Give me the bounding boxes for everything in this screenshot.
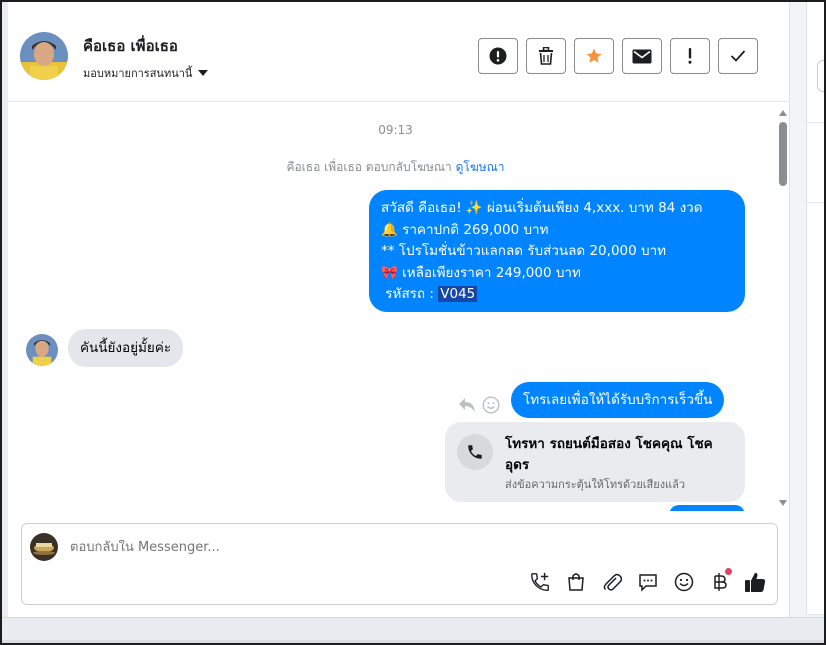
details-field[interactable]: [817, 60, 824, 92]
mark-done-button[interactable]: [718, 38, 758, 74]
divider: [807, 614, 824, 615]
star-icon: [586, 48, 602, 63]
car-code-label: รหัสรถ :: [381, 286, 439, 302]
contact-name: คือเธอ เพื่อเธอ: [83, 37, 178, 55]
details-panel: [790, 2, 824, 617]
message-line: ** โปรโมชั่นข้าวแลกลด รับส่วนลด 20,000 บ…: [381, 243, 667, 259]
time-separator: 09:13: [378, 123, 413, 137]
smiley-icon: [674, 572, 694, 592]
spam-button[interactable]: [478, 38, 518, 74]
react-smiley-icon[interactable]: [482, 396, 500, 414]
scroll-down-arrow-icon[interactable]: [779, 500, 787, 506]
thumbs-up-icon: [745, 572, 766, 592]
message-line: 🔔 ราคาปกติ 269,000 บาท: [381, 221, 549, 238]
car-code-value: V045: [438, 286, 478, 302]
phone-icon-wrap: [457, 434, 493, 470]
ad-reply-note: คือเธอ เพื่อเธอ ตอบกลับโฆษณา ดูโฆษณา: [8, 158, 783, 177]
phone-plus-icon: [531, 572, 549, 591]
paperclip-icon: [603, 573, 622, 591]
scroll-up-arrow-icon[interactable]: [779, 110, 787, 116]
call-request-card[interactable]: โทรหา รถยนต์มือสอง โชคคุณ โชค อุดร ส่งข้…: [445, 422, 745, 502]
phone-icon: [468, 445, 482, 459]
like-button[interactable]: [743, 570, 767, 594]
sender-avatar[interactable]: [26, 334, 58, 366]
exclamation-icon: [688, 48, 692, 64]
details-card: [806, 2, 824, 615]
checkmark-icon: [730, 50, 746, 62]
divider: [807, 202, 824, 203]
ad-reply-text: คือเธอ เพื่อเธอ ตอบกลับโฆษณา: [286, 160, 452, 174]
message-actions: [458, 396, 500, 414]
saved-replies-button[interactable]: [636, 570, 660, 594]
divider: [807, 122, 824, 123]
trash-icon: [539, 47, 553, 65]
view-ad-link[interactable]: ดูโฆษณา: [456, 160, 505, 174]
caret-down-icon: [198, 70, 209, 76]
contact-avatar[interactable]: [20, 32, 68, 80]
payment-button[interactable]: [708, 568, 732, 594]
message-line: รหัสรถ : V045: [381, 284, 733, 306]
outgoing-message[interactable]: โทรเลยเพื่อให้ได้รับบริการเร็วขึ้น: [511, 382, 725, 418]
page-avatar: [30, 533, 58, 561]
follow-up-button[interactable]: [670, 38, 710, 74]
thread-scrollbar[interactable]: [776, 106, 790, 512]
call-card-subtitle: ส่งข้อความกระตุ้นให้โทรด้วยเสียงแล้ว: [505, 478, 686, 491]
mark-unread-button[interactable]: [622, 38, 662, 74]
exclamation-circle-icon: [489, 47, 507, 65]
shopping-bag-icon: [568, 573, 584, 591]
conversation-header: คือเธอ เพื่อเธอ มอบหมายการสนทนานี้: [8, 2, 790, 102]
assign-label: มอบหมายการสนทนานี้: [83, 67, 193, 80]
delete-button[interactable]: [526, 38, 566, 74]
app-window: คือเธอ เพื่อเธอ มอบหมายการสนทนานี้ 09:13…: [0, 0, 826, 645]
baht-icon: [714, 573, 727, 591]
outgoing-message-partial[interactable]: [669, 505, 745, 511]
message-thread[interactable]: 09:13 คือเธอ เพื่อเธอ ตอบกลับโฆษณา ดูโฆษ…: [8, 103, 790, 511]
taskbar-strip: [2, 617, 824, 643]
scroll-thumb[interactable]: [779, 122, 787, 186]
emoji-button[interactable]: [672, 570, 696, 594]
message-input[interactable]: [70, 540, 670, 555]
chat-bubble-icon: [639, 574, 657, 592]
message-line: สวัสดี คือเธอ! ✨ ผ่อนเริ่มต้นเพียง 4,xxx…: [381, 200, 703, 216]
incoming-message[interactable]: คันนี้ยังอยู่มั้ยค่ะ: [68, 329, 184, 367]
attach-button[interactable]: [600, 570, 624, 594]
notification-dot: [725, 568, 732, 575]
message-line: 🎀 เหลือเพียงราคา 249,000 บาท: [381, 264, 581, 281]
reply-icon[interactable]: [458, 397, 476, 413]
shop-button[interactable]: [564, 570, 588, 594]
message-composer[interactable]: [21, 523, 778, 605]
outgoing-message[interactable]: สวัสดี คือเธอ! ✨ ผ่อนเริ่มต้นเพียง 4,xxx…: [369, 190, 745, 312]
call-request-button[interactable]: [528, 570, 552, 594]
star-button[interactable]: [574, 38, 614, 74]
envelope-icon: [632, 49, 652, 63]
conversation-panel: คือเธอ เพื่อเธอ มอบหมายการสนทนานี้ 09:13…: [8, 2, 790, 617]
horizontal-scrollbar[interactable]: [2, 640, 824, 643]
assign-conversation-dropdown[interactable]: มอบหมายการสนทนานี้: [83, 64, 209, 82]
call-card-title: โทรหา รถยนต์มือสอง โชคคุณ โชค อุดร: [505, 436, 713, 473]
